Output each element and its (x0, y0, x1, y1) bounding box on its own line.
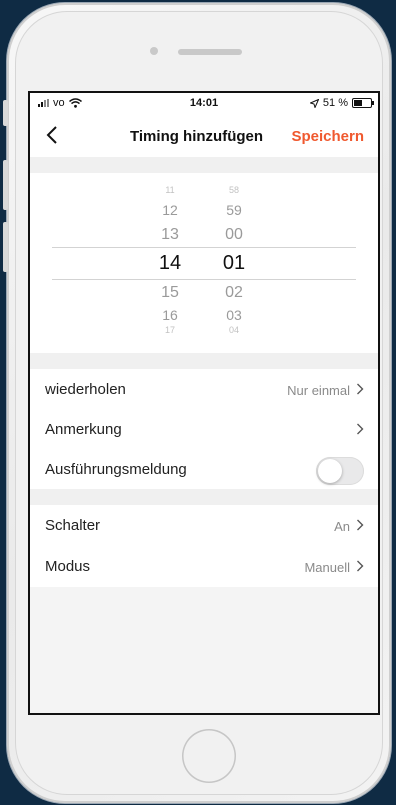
notify-row: Ausführungsmeldung (30, 449, 378, 489)
minute-option[interactable]: 03 (214, 307, 254, 323)
chevron-right-icon (357, 560, 364, 572)
picker-selection-bottom-line (52, 279, 356, 280)
camera-icon (150, 47, 158, 55)
volume-down-button (3, 222, 8, 272)
hour-option[interactable]: 15 (150, 284, 190, 302)
switch-label: Schalter (45, 517, 101, 534)
time-picker[interactable]: 11 12 13 14 15 16 17 58 59 00 01 02 03 0… (30, 173, 378, 353)
nav-bar: Timing hinzufügen Speichern (30, 113, 378, 157)
chevron-right-icon (357, 383, 364, 395)
hour-option[interactable]: 11 (150, 185, 190, 195)
location-icon (309, 98, 319, 108)
battery-icon (352, 98, 374, 108)
home-button[interactable] (182, 729, 236, 783)
minute-option[interactable]: 02 (214, 284, 254, 302)
speaker-grille (178, 49, 242, 55)
repeat-row[interactable]: wiederholen Nur einmal (30, 369, 378, 409)
notify-label: Ausführungsmeldung (45, 461, 187, 478)
battery-percent: 51 % (322, 97, 348, 109)
chevron-right-icon (357, 423, 364, 435)
minute-option[interactable]: 04 (214, 325, 254, 335)
page-title: Timing hinzufügen (130, 128, 264, 145)
note-label: Anmerkung (45, 421, 122, 438)
picker-selection-top-line (52, 247, 356, 248)
notify-toggle[interactable] (316, 457, 364, 485)
chevron-right-icon (357, 519, 364, 531)
mode-value: Manuell (304, 560, 350, 575)
repeat-label: wiederholen (45, 381, 126, 398)
hour-option[interactable]: 12 (150, 202, 190, 218)
hour-option[interactable]: 16 (150, 307, 190, 323)
section-divider (30, 157, 378, 173)
switch-value: An (334, 519, 350, 534)
selected-minute[interactable]: 01 (214, 252, 254, 275)
settings-section: wiederholen Nur einmal Anmerkung Ausführ… (30, 369, 378, 489)
note-row[interactable]: Anmerkung (30, 409, 378, 449)
mode-row[interactable]: Modus Manuell (30, 546, 378, 586)
save-button[interactable]: Speichern (291, 128, 364, 145)
status-bar: vo 14:01 51 % (30, 93, 378, 113)
toggle-knob (318, 459, 342, 483)
volume-up-button (3, 160, 8, 210)
hour-option[interactable]: 13 (150, 226, 190, 244)
repeat-value: Nur einmal (287, 383, 350, 398)
minute-option[interactable]: 00 (214, 226, 254, 244)
selected-hour[interactable]: 14 (150, 252, 190, 275)
minute-option[interactable]: 59 (214, 202, 254, 218)
actions-section: Schalter An Modus Manuell (30, 505, 378, 587)
chevron-left-icon[interactable] (42, 123, 64, 147)
minute-option[interactable]: 58 (214, 185, 254, 195)
switch-row[interactable]: Schalter An (30, 505, 378, 545)
hour-option[interactable]: 17 (150, 325, 190, 335)
mute-switch (3, 100, 8, 126)
app-screen: vo 14:01 51 % Timing hinzufügen Speicher… (28, 91, 380, 715)
mode-label: Modus (45, 558, 91, 575)
section-divider (30, 353, 378, 369)
section-divider (30, 489, 378, 505)
